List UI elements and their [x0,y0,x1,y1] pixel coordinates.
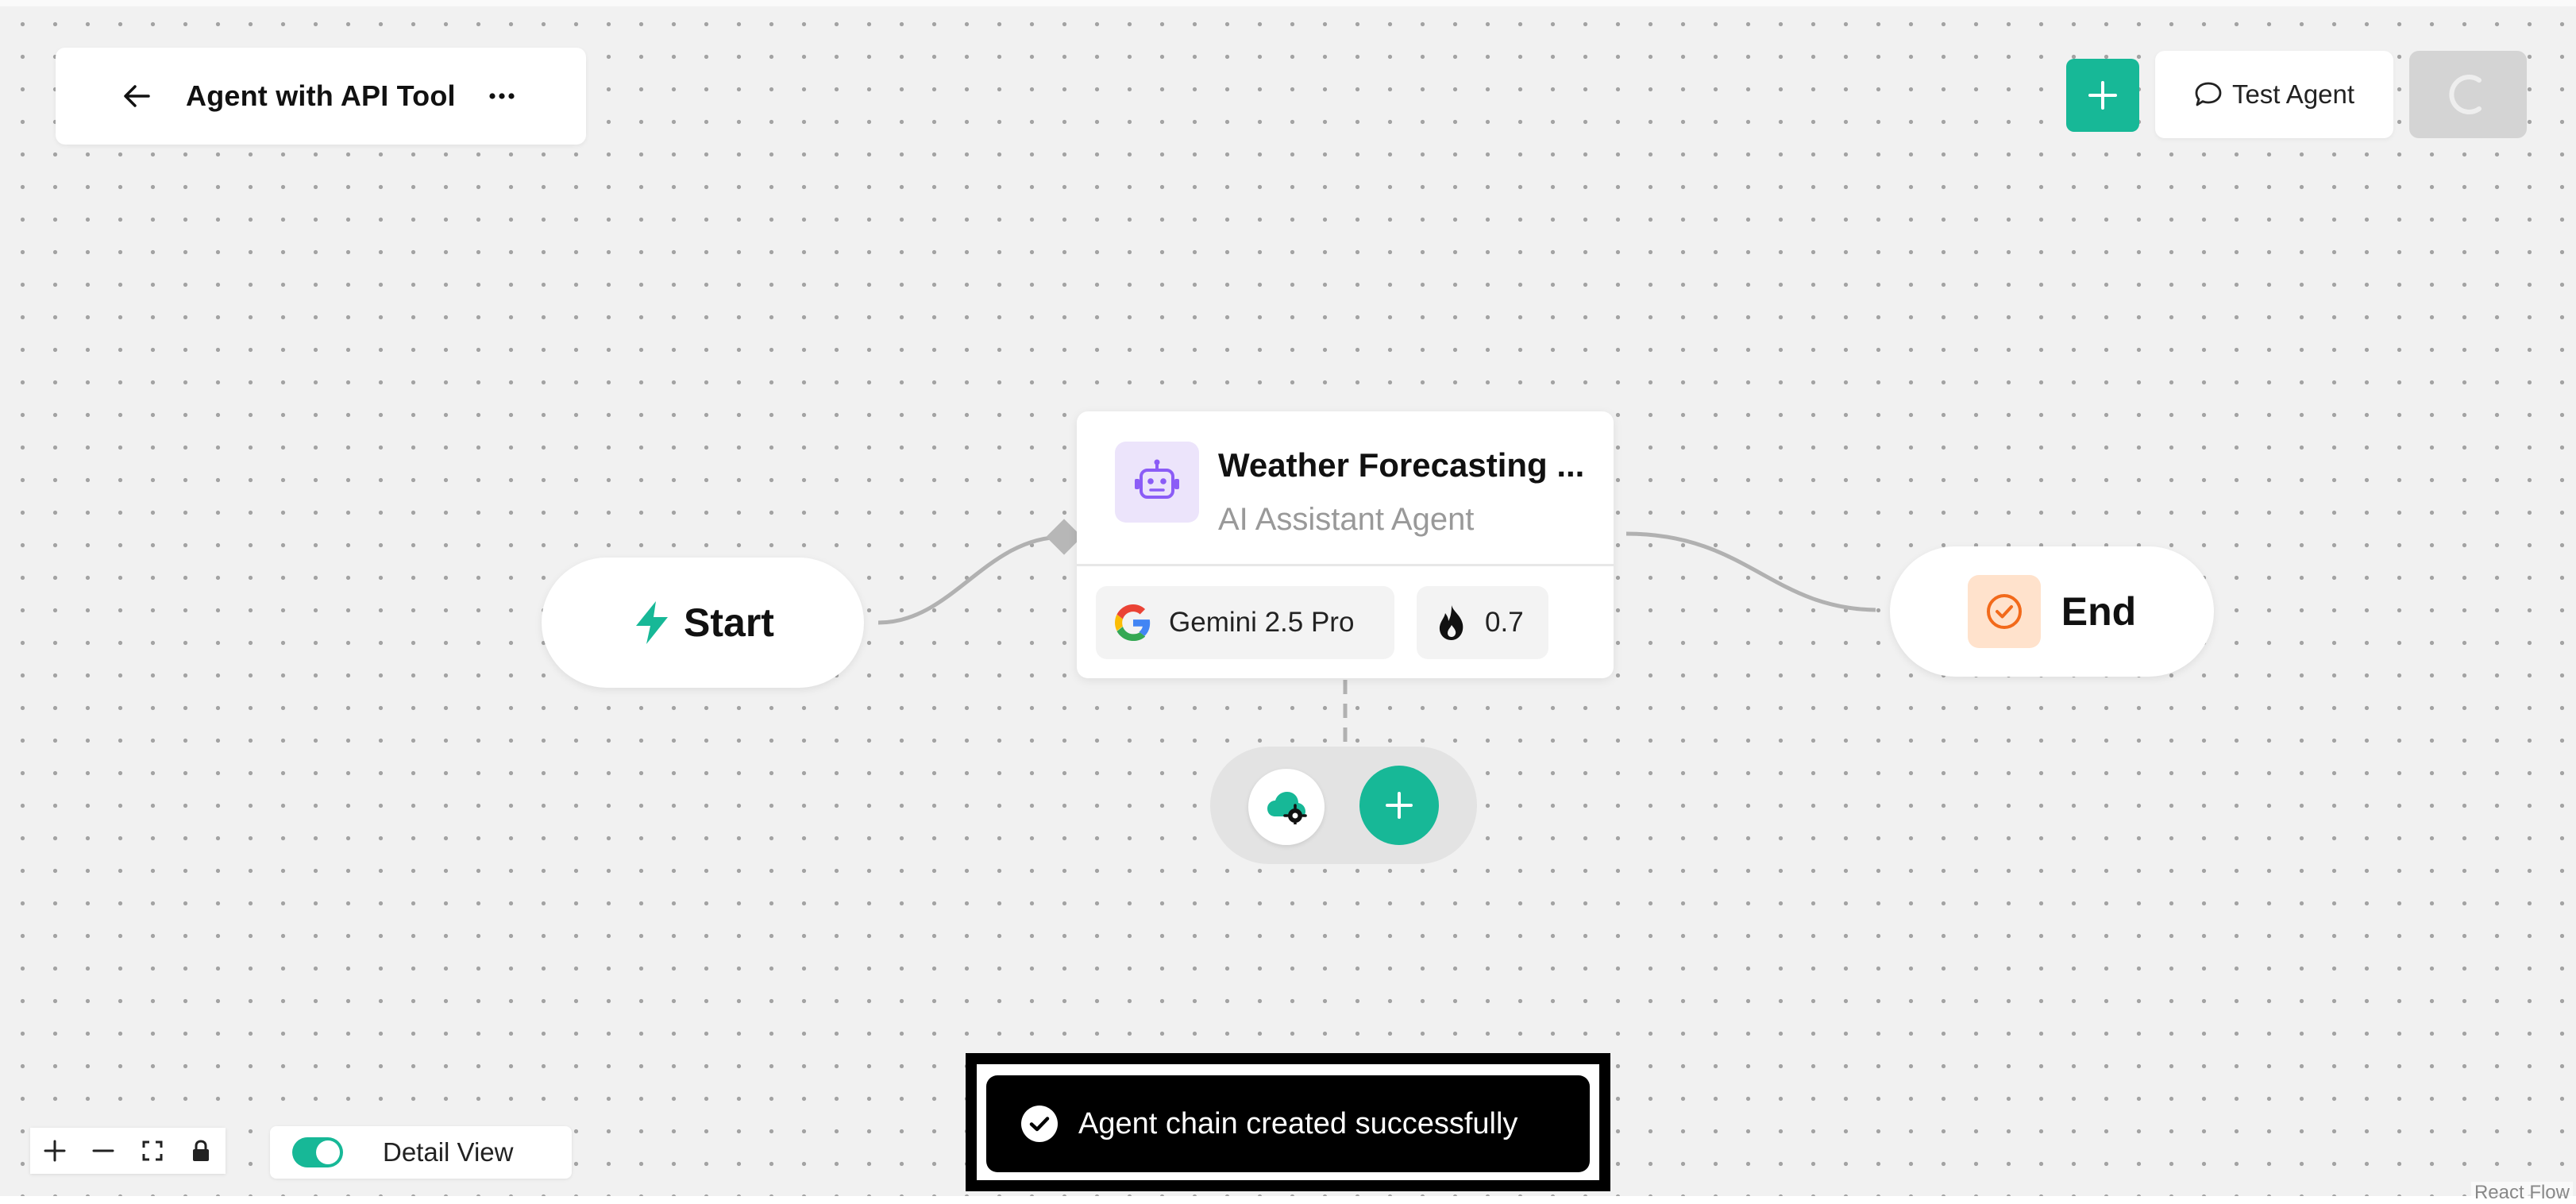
check-circle-icon [1021,1106,1058,1142]
top-border [0,0,2576,6]
edge-start-agent [877,534,1065,625]
react-flow-attribution[interactable]: React Flow [2470,1182,2573,1204]
agent-node[interactable]: Weather Forecasting ... AI Assistant Age… [1077,411,1614,678]
agent-title-panel: Agent with API Tool [56,48,586,145]
lock-button[interactable] [181,1131,221,1171]
more-horizontal-icon [489,93,515,99]
agent-node-subtitle: AI Assistant Agent [1218,502,1475,537]
google-g-icon [1115,604,1151,641]
back-button[interactable] [119,79,154,114]
end-node-label: End [2061,589,2137,634]
robot-icon [1135,459,1179,499]
end-icon-container [1967,575,2041,648]
temperature-chip: 0.7 [1417,586,1548,659]
add-tool-button[interactable] [1359,766,1439,845]
edge-agent-end [1625,531,1876,612]
model-name: Gemini 2.5 Pro [1169,607,1355,638]
detail-view-switch[interactable] [292,1137,343,1167]
minus-icon [92,1149,114,1152]
plus-icon [2088,81,2117,110]
fit-view-icon [142,1140,163,1161]
agent-node-divider [1077,564,1614,566]
start-node-label: Start [684,600,774,645]
check-circle-icon [1986,594,2022,629]
plus-icon [44,1140,66,1162]
model-chip: Gemini 2.5 Pro [1096,586,1394,659]
toast-notification: Agent chain created successfully [986,1075,1590,1172]
agent-node-title: Weather Forecasting ... [1218,446,1585,484]
fit-view-button[interactable] [133,1131,172,1171]
lock-icon [193,1140,210,1161]
test-agent-label: Test Agent [2231,79,2355,109]
detail-view-label: Detail View [383,1137,514,1167]
plus-icon [1386,792,1413,819]
more-options-button[interactable] [484,79,519,114]
arrow-left-icon [124,85,150,107]
add-node-button[interactable] [2066,59,2139,132]
api-tool-button[interactable] [1248,769,1325,845]
test-agent-button[interactable]: Test Agent [2155,51,2393,138]
agent-icon-container [1115,442,1199,523]
temperature-value: 0.7 [1485,607,1524,638]
chat-bubble-icon [2195,82,2222,106]
start-node[interactable]: Start [542,558,864,688]
zoom-out-button[interactable] [83,1131,123,1171]
toast-message: Agent chain created successfully [1078,1106,1518,1140]
cloud-gear-icon [1267,792,1307,824]
detail-view-toggle: Detail View [270,1126,572,1179]
zoom-in-button[interactable] [35,1131,75,1171]
lightning-icon [636,601,669,644]
canvas-controls [30,1128,226,1174]
agent-tools-bar [1210,747,1477,864]
page-title: Agent with API Tool [186,79,456,112]
toast-frame: Agent chain created successfully [966,1053,1610,1191]
loading-button [2409,51,2527,138]
bottom-border [0,1196,2576,1204]
spinner-icon [2449,75,2482,114]
end-node[interactable]: End [1890,546,2214,677]
flame-icon [1439,605,1463,640]
